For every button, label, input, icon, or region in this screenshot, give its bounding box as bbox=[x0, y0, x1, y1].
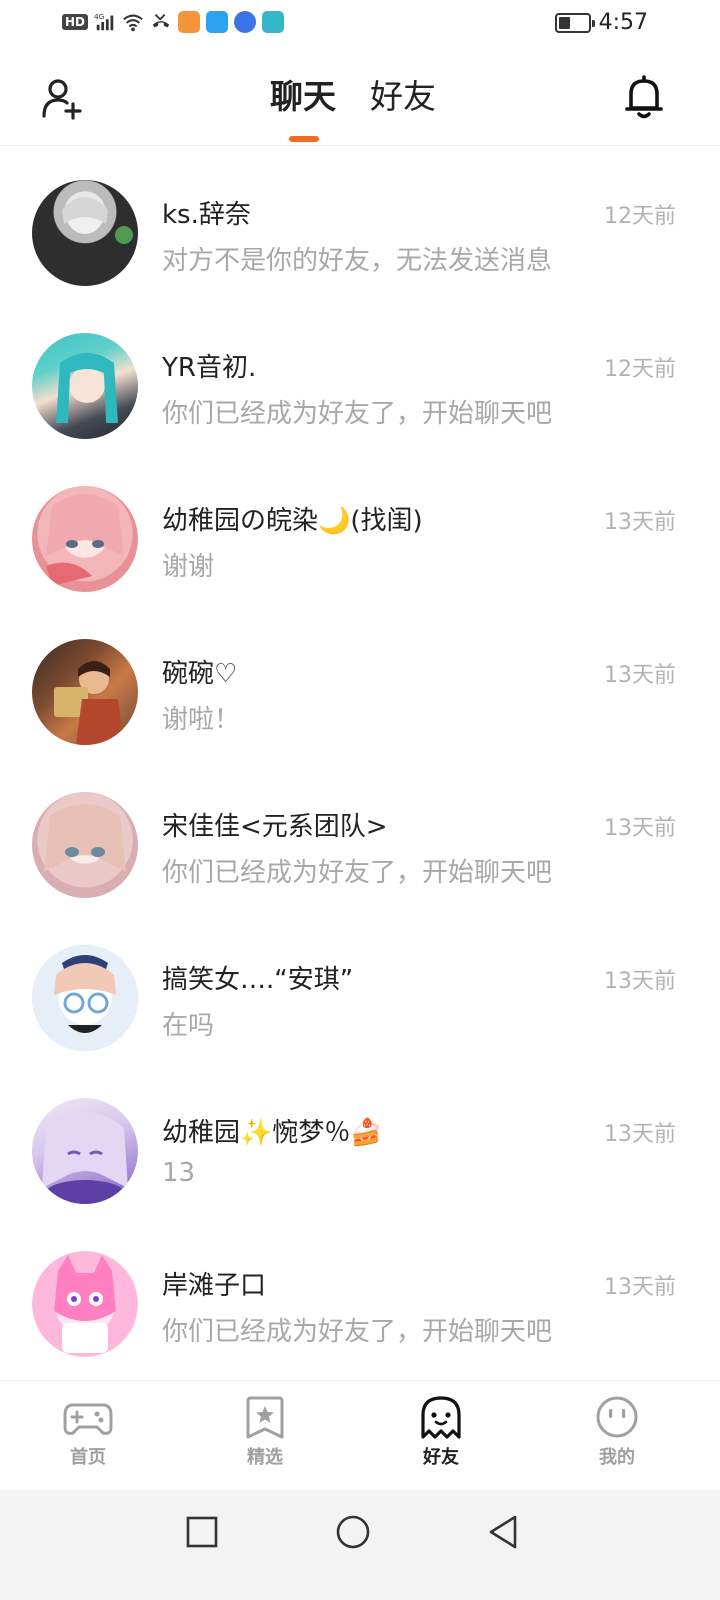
chat-item[interactable]: ks.辞奈 对方不是你的好友，无法发送消息 12天前 bbox=[0, 150, 720, 303]
nav-label: 我的 bbox=[599, 1447, 635, 1468]
add-friend-icon[interactable] bbox=[40, 76, 84, 120]
chat-item[interactable]: 幼稚园✨惋梦％🍰 13 13天前 bbox=[0, 1068, 720, 1221]
search-app-icon bbox=[206, 11, 229, 33]
nav-active-indicator bbox=[422, 1473, 462, 1481]
chat-name: 搞笑女….“安琪” bbox=[162, 965, 354, 995]
chat-time: 12天前 bbox=[604, 204, 676, 229]
nav-label: 首页 bbox=[70, 1447, 106, 1468]
nav-me[interactable]: 我的 bbox=[577, 1395, 657, 1469]
header: 聊天 好友 bbox=[0, 50, 720, 146]
bottom-nav: 首页 精选 好友 我的 bbox=[0, 1380, 720, 1490]
chat-preview: 13 bbox=[162, 1158, 196, 1188]
avatar-illustration bbox=[56, 353, 118, 423]
avatar[interactable] bbox=[32, 333, 138, 439]
chat-time: 13天前 bbox=[604, 510, 676, 535]
avatar-illustration bbox=[62, 197, 133, 244]
clock: 4:57 bbox=[598, 10, 648, 35]
status-left: HD 4G bbox=[62, 11, 285, 33]
home-circle-icon[interactable] bbox=[333, 1512, 373, 1552]
video-app-icon bbox=[178, 11, 201, 33]
gamepad-icon bbox=[63, 1403, 113, 1435]
bell-icon[interactable] bbox=[622, 74, 666, 120]
chat-time: 12天前 bbox=[604, 357, 676, 382]
browser-app-icon bbox=[234, 11, 257, 33]
chat-name: 碗碗♡ bbox=[162, 659, 238, 689]
avatar[interactable] bbox=[32, 792, 138, 898]
reader-app-icon bbox=[262, 11, 285, 33]
system-nav-bar bbox=[0, 1490, 720, 1600]
ghost-icon bbox=[421, 1396, 461, 1439]
chat-preview: 对方不是你的好友，无法发送消息 bbox=[162, 246, 553, 276]
chat-time: 13天前 bbox=[604, 1122, 676, 1147]
avatar-illustration bbox=[54, 1255, 116, 1353]
status-right: 4:57 bbox=[554, 10, 648, 35]
nav-featured[interactable]: 精选 bbox=[225, 1395, 305, 1469]
chat-name: 宋佳佳<元系团队> bbox=[162, 812, 388, 842]
chat-preview: 谢谢 bbox=[162, 552, 215, 582]
chat-item[interactable]: 岸滩子口 你们已经成为好友了，开始聊天吧 13天前 bbox=[0, 1221, 720, 1374]
nav-friends[interactable]: 好友 bbox=[401, 1395, 481, 1481]
back-triangle-icon[interactable] bbox=[483, 1512, 523, 1552]
chat-list: ks.辞奈 对方不是你的好友，无法发送消息 12天前 YR音初. 你们已经成为好… bbox=[0, 150, 720, 1374]
avatar[interactable] bbox=[32, 639, 138, 745]
star-bookmark-icon bbox=[246, 1396, 284, 1439]
chat-time: 13天前 bbox=[604, 663, 676, 688]
status-bar: HD 4G 4:57 bbox=[0, 0, 720, 50]
chat-time: 13天前 bbox=[604, 816, 676, 841]
avatar[interactable] bbox=[32, 180, 138, 286]
chat-item[interactable]: 幼稚园の皖染🌙(找闺) 谢谢 13天前 bbox=[0, 456, 720, 609]
avatar[interactable] bbox=[32, 1251, 138, 1357]
chat-name: 幼稚园✨惋梦％🍰 bbox=[162, 1118, 383, 1148]
chat-preview: 你们已经成为好友了，开始聊天吧 bbox=[162, 1317, 553, 1347]
missed-call-icon bbox=[152, 14, 170, 28]
chat-item[interactable]: 搞笑女….“安琪” 在吗 13天前 bbox=[0, 915, 720, 1068]
avatar-illustration bbox=[54, 955, 116, 1033]
chat-preview: 在吗 bbox=[162, 1011, 215, 1041]
nav-label: 好友 bbox=[423, 1447, 459, 1468]
chat-name: 幼稚园の皖染🌙(找闺) bbox=[162, 506, 423, 536]
chat-item[interactable]: YR音初. 你们已经成为好友了，开始聊天吧 12天前 bbox=[0, 303, 720, 456]
avatar[interactable] bbox=[32, 1098, 138, 1204]
active-tab-indicator bbox=[289, 136, 319, 142]
wifi-icon bbox=[123, 14, 143, 32]
chat-name: YR音初. bbox=[162, 353, 257, 383]
avatar-illustration bbox=[42, 1112, 128, 1204]
chat-time: 13天前 bbox=[604, 969, 676, 994]
chat-preview: 谢啦！ bbox=[162, 705, 241, 735]
nav-home[interactable]: 首页 bbox=[48, 1395, 128, 1469]
chat-preview: 你们已经成为好友了，开始聊天吧 bbox=[162, 858, 553, 888]
avatar[interactable] bbox=[32, 486, 138, 592]
battery-fill bbox=[558, 16, 570, 29]
tab-friends[interactable]: 好友 bbox=[370, 72, 436, 122]
avatar-illustration bbox=[44, 804, 126, 872]
chat-time: 13天前 bbox=[604, 1275, 676, 1300]
network-type: 4G bbox=[94, 12, 105, 21]
chat-name: 岸滩子口 bbox=[162, 1271, 267, 1301]
header-tabs: 聊天 好友 bbox=[270, 72, 436, 142]
hd-badge: HD bbox=[62, 14, 89, 30]
avatar-illustration bbox=[54, 661, 124, 745]
tab-chat[interactable]: 聊天 bbox=[270, 72, 336, 122]
avatar[interactable] bbox=[32, 945, 138, 1051]
battery-icon bbox=[554, 12, 595, 33]
face-icon bbox=[596, 1396, 638, 1438]
nav-label: 精选 bbox=[247, 1447, 283, 1468]
avatar-illustration bbox=[46, 494, 124, 586]
chat-item[interactable]: 碗碗♡ 谢啦！ 13天前 bbox=[0, 609, 720, 762]
recent-apps-icon[interactable] bbox=[182, 1512, 222, 1552]
chat-preview: 你们已经成为好友了，开始聊天吧 bbox=[162, 399, 553, 429]
cellular-signal-icon: 4G bbox=[94, 12, 114, 31]
chat-item[interactable]: 宋佳佳<元系团队> 你们已经成为好友了，开始聊天吧 13天前 bbox=[0, 762, 720, 915]
chat-name: ks.辞奈 bbox=[162, 200, 251, 230]
